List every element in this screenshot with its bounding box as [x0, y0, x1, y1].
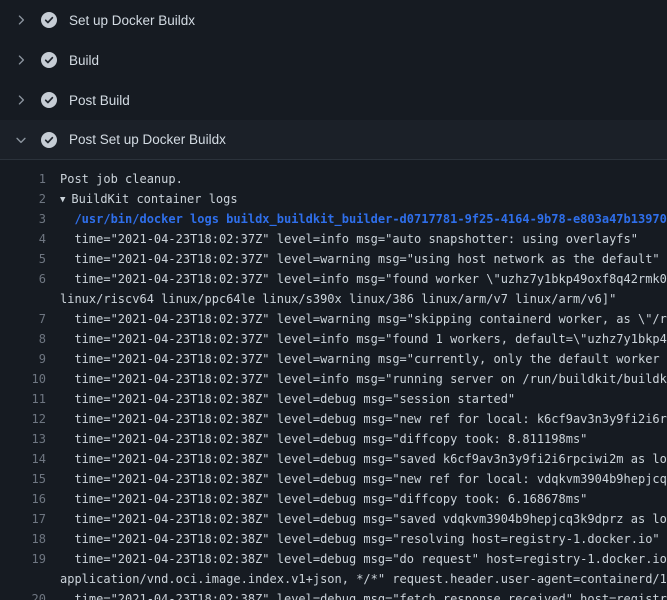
log-line: 16 time="2021-04-23T18:02:38Z" level=deb…: [0, 489, 667, 509]
log-text: time="2021-04-23T18:02:38Z" level=debug …: [60, 489, 667, 509]
log-text: time="2021-04-23T18:02:38Z" level=debug …: [60, 549, 667, 569]
check-circle-icon: [41, 52, 57, 68]
log-text: time="2021-04-23T18:02:38Z" level=debug …: [60, 529, 667, 549]
line-number[interactable]: 16: [0, 489, 60, 509]
line-number[interactable]: 2: [0, 189, 60, 209]
log-text: time="2021-04-23T18:02:38Z" level=debug …: [60, 389, 667, 409]
line-number[interactable]: 14: [0, 449, 60, 469]
log-line: 1Post job cleanup.: [0, 169, 667, 189]
step-label: Post Build: [69, 93, 130, 108]
line-number[interactable]: 6: [0, 269, 60, 289]
line-number[interactable]: 19: [0, 549, 60, 569]
log-text: time="2021-04-23T18:02:37Z" level=info m…: [60, 369, 667, 389]
log-line: 3 /usr/bin/docker logs buildx_buildkit_b…: [0, 209, 667, 229]
log-line: 15 time="2021-04-23T18:02:38Z" level=deb…: [0, 469, 667, 489]
chevron-right-icon: [12, 13, 30, 27]
log-text: time="2021-04-23T18:02:37Z" level=info m…: [60, 229, 667, 249]
check-circle-icon: [41, 12, 57, 28]
log-text: time="2021-04-23T18:02:37Z" level=warnin…: [60, 309, 667, 329]
line-number: [0, 289, 60, 309]
log-text: time="2021-04-23T18:02:38Z" level=debug …: [60, 469, 667, 489]
log-line: 12 time="2021-04-23T18:02:38Z" level=deb…: [0, 409, 667, 429]
line-number: [0, 569, 60, 589]
log-line: 10 time="2021-04-23T18:02:37Z" level=inf…: [0, 369, 667, 389]
step-header-set-up-docker-buildx[interactable]: Set up Docker Buildx: [0, 0, 667, 40]
log-text: application/vnd.oci.image.index.v1+json,…: [60, 569, 667, 589]
line-number[interactable]: 5: [0, 249, 60, 269]
line-number[interactable]: 8: [0, 329, 60, 349]
log-line: 6 time="2021-04-23T18:02:37Z" level=info…: [0, 269, 667, 289]
log-line-continuation: application/vnd.oci.image.index.v1+json,…: [0, 569, 667, 589]
step-label: Post Set up Docker Buildx: [69, 132, 226, 147]
step-list: Set up Docker Buildx Build Post Build Post …: [0, 0, 667, 160]
step-header-post-build[interactable]: Post Build: [0, 80, 667, 120]
log-line: 9 time="2021-04-23T18:02:37Z" level=warn…: [0, 349, 667, 369]
step-label: Set up Docker Buildx: [69, 13, 195, 28]
log-line: 18 time="2021-04-23T18:02:38Z" level=deb…: [0, 529, 667, 549]
line-number[interactable]: 20: [0, 589, 60, 600]
command-text: /usr/bin/docker logs buildx_buildkit_bui…: [60, 209, 667, 229]
log-text: linux/riscv64 linux/ppc64le linux/s390x …: [60, 289, 667, 309]
line-number[interactable]: 15: [0, 469, 60, 489]
log-text: Post job cleanup.: [60, 169, 667, 189]
chevron-right-icon: [12, 93, 30, 107]
line-number[interactable]: 7: [0, 309, 60, 329]
log-text: time="2021-04-23T18:02:37Z" level=info m…: [60, 329, 667, 349]
log-line: 14 time="2021-04-23T18:02:38Z" level=deb…: [0, 449, 667, 469]
log-text: time="2021-04-23T18:02:38Z" level=debug …: [60, 509, 667, 529]
line-number[interactable]: 9: [0, 349, 60, 369]
line-number[interactable]: 17: [0, 509, 60, 529]
log-line: 7 time="2021-04-23T18:02:37Z" level=warn…: [0, 309, 667, 329]
actions-log-viewer: Set up Docker Buildx Build Post Build Post …: [0, 0, 667, 600]
line-number[interactable]: 1: [0, 169, 60, 189]
check-circle-icon: [41, 132, 57, 148]
log-line: 19 time="2021-04-23T18:02:38Z" level=deb…: [0, 549, 667, 569]
log-line[interactable]: 2▼BuildKit container logs: [0, 189, 667, 209]
log-text: time="2021-04-23T18:02:38Z" level=debug …: [60, 449, 667, 469]
check-circle-icon: [41, 92, 57, 108]
log-text: time="2021-04-23T18:02:37Z" level=warnin…: [60, 249, 667, 269]
line-number[interactable]: 10: [0, 369, 60, 389]
log-line: 4 time="2021-04-23T18:02:37Z" level=info…: [0, 229, 667, 249]
line-number[interactable]: 3: [0, 209, 60, 229]
log-line: 13 time="2021-04-23T18:02:38Z" level=deb…: [0, 429, 667, 449]
log-line: 11 time="2021-04-23T18:02:38Z" level=deb…: [0, 389, 667, 409]
step-label: Build: [69, 53, 99, 68]
line-number[interactable]: 18: [0, 529, 60, 549]
log-text: time="2021-04-23T18:02:37Z" level=info m…: [60, 269, 667, 289]
step-header-post-set-up-docker-buildx[interactable]: Post Set up Docker Buildx: [0, 120, 667, 160]
line-number[interactable]: 4: [0, 229, 60, 249]
log-line: 20 time="2021-04-23T18:02:38Z" level=deb…: [0, 589, 667, 600]
log-line: 17 time="2021-04-23T18:02:38Z" level=deb…: [0, 509, 667, 529]
group-toggle-icon[interactable]: ▼: [60, 190, 65, 209]
log-line: 5 time="2021-04-23T18:02:37Z" level=warn…: [0, 249, 667, 269]
log-text: time="2021-04-23T18:02:37Z" level=warnin…: [60, 349, 667, 369]
line-number[interactable]: 11: [0, 389, 60, 409]
log-text: time="2021-04-23T18:02:38Z" level=debug …: [60, 429, 667, 449]
step-header-build[interactable]: Build: [0, 40, 667, 80]
log-text: time="2021-04-23T18:02:38Z" level=debug …: [60, 409, 667, 429]
log-line-continuation: linux/riscv64 linux/ppc64le linux/s390x …: [0, 289, 667, 309]
line-number[interactable]: 13: [0, 429, 60, 449]
log-line: 8 time="2021-04-23T18:02:37Z" level=info…: [0, 329, 667, 349]
chevron-down-icon: [12, 133, 30, 147]
log-text: time="2021-04-23T18:02:38Z" level=debug …: [60, 589, 667, 600]
line-number[interactable]: 12: [0, 409, 60, 429]
log-group-label: ▼BuildKit container logs: [60, 189, 667, 209]
chevron-right-icon: [12, 53, 30, 67]
log-output: 1Post job cleanup.2▼BuildKit container l…: [0, 160, 667, 600]
